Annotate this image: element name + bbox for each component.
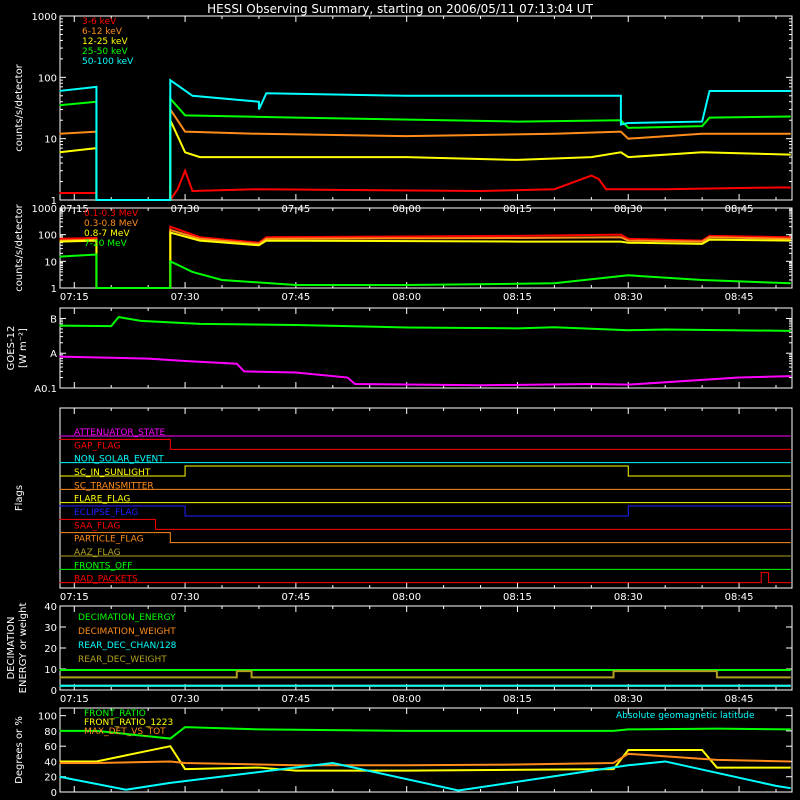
chart-title: HESSI Observing Summary, starting on 200… [207, 2, 593, 16]
legend-entry: DECIMATION_ENERGY [78, 613, 176, 623]
y-tick-label: 40 [44, 757, 57, 768]
legend-entry: 25-50 keV [82, 47, 128, 57]
flag-label: SC_TRANSMITTER [74, 481, 154, 491]
y-axis-label: Flags [14, 485, 25, 511]
y-axis-label: Degrees or % [14, 716, 25, 784]
y-tick-label: 1 [51, 284, 57, 295]
x-tick-label: 08:30 [614, 292, 643, 303]
y-tick-label: 0 [51, 686, 57, 697]
x-tick-label: 07:15 [60, 694, 89, 705]
x-tick-label: 08:30 [614, 592, 643, 603]
y-tick-label: 100 [38, 231, 57, 242]
flag-label: ATTENUATOR_STATE [74, 428, 166, 438]
x-tick-label: 07:30 [171, 292, 200, 303]
x-tick-label: 08:00 [392, 292, 421, 303]
x-tick-label: 07:30 [171, 592, 200, 603]
y-axis-label-2: ENERGY or weight [18, 603, 29, 694]
hessi-summary-chart: HESSI Observing Summary, starting on 200… [0, 0, 800, 800]
flag-label: BAD_PACKETS [74, 575, 138, 585]
flag-label: PARTICLE_FLAG [74, 535, 144, 545]
x-tick-label: 08:15 [503, 694, 532, 705]
y-tick-label: A0.1 [34, 384, 57, 395]
x-tick-label: 08:30 [614, 694, 643, 705]
y-tick-label: 80 [44, 727, 57, 738]
y-tick-label: 20 [44, 773, 57, 784]
x-tick-label: 08:15 [503, 592, 532, 603]
x-tick-label: 08:45 [725, 292, 754, 303]
y-tick-label: 1000 [32, 204, 57, 215]
x-tick-label: 07:45 [281, 694, 310, 705]
y-tick-label: 10 [44, 135, 57, 146]
legend-entry: 0.1-0.3 MeV [84, 209, 139, 219]
flag-label: FRONTS_OFF [74, 561, 132, 571]
x-tick-label: 07:15 [60, 592, 89, 603]
legend-entry: REAR_DEC_CHAN/128 [78, 641, 177, 651]
flag-label: SC_IN_SUNLIGHT [74, 468, 151, 478]
flag-label: GAP_FLAG [74, 441, 120, 451]
x-tick-label: 08:00 [392, 694, 421, 705]
y-tick-label: 10 [44, 257, 57, 268]
legend-entry: 7-20 MeV [84, 239, 128, 249]
flag-label: AAZ_FLAG [74, 548, 121, 558]
y-tick-label: 60 [44, 742, 57, 753]
y-tick-label: 30 [44, 623, 57, 634]
x-tick-label: 08:00 [392, 592, 421, 603]
y-tick-label: 40 [44, 602, 57, 613]
y-tick-label: B [50, 314, 57, 325]
y-tick-label: 10 [44, 665, 57, 676]
flag-label: NON_SOLAR_EVENT [74, 455, 164, 465]
y-axis-label-2: [W m⁻²] [18, 328, 29, 368]
legend-entry: 3-6 keV [82, 17, 117, 27]
flag-label: ECLIPSE_FLAG [74, 508, 138, 518]
legend-entry: REAR_DEC_WEIGHT [78, 655, 167, 665]
x-tick-label: 07:45 [281, 292, 310, 303]
x-tick-label: 07:45 [281, 592, 310, 603]
x-tick-label: 07:15 [60, 292, 89, 303]
legend-entry: 6-12 keV [82, 27, 123, 37]
y-axis-label: DECIMATION [6, 616, 17, 679]
x-tick-label: 08:45 [725, 592, 754, 603]
x-tick-label: 07:30 [171, 694, 200, 705]
flag-label: SAA_FLAG [74, 521, 120, 531]
y-axis-label: counts/s/detector [14, 63, 25, 151]
x-tick-label: 08:15 [503, 292, 532, 303]
legend-entry: 0.8-7 MeV [84, 229, 130, 239]
y-tick-label: 100 [38, 712, 57, 723]
legend-entry: MAX_DET_VS_TOT [84, 727, 166, 737]
legend-entry: 50-100 keV [82, 57, 134, 67]
y-tick-label: 100 [38, 73, 57, 84]
legend-entry: Absolute geomagnetic latitude [616, 711, 755, 721]
y-axis-label: GOES-12 [6, 326, 17, 371]
y-tick-label: A [50, 349, 57, 360]
legend-entry: 12-25 keV [82, 37, 128, 47]
y-axis-label: counts/s/detector [14, 203, 25, 291]
y-tick-label: 20 [44, 644, 57, 655]
flag-label: FLARE_FLAG [74, 495, 130, 505]
y-tick-label: 1000 [32, 12, 57, 23]
legend-entry: 0.3-0.8 MeV [84, 219, 139, 229]
x-tick-label: 08:45 [725, 694, 754, 705]
legend-entry: DECIMATION_WEIGHT [78, 627, 176, 637]
y-tick-label: 0 [51, 788, 57, 799]
